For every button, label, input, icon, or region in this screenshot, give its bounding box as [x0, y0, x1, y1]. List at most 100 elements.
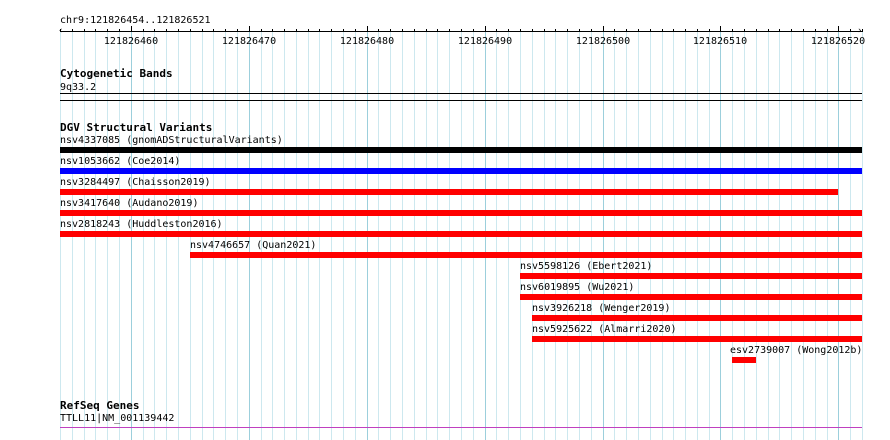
ruler-tick [803, 29, 804, 32]
ruler-tick [638, 29, 639, 32]
ruler-tick [414, 29, 415, 32]
ruler-tick [461, 29, 462, 32]
ruler-tick [319, 29, 320, 32]
ruler-tick-label: 121826520 [810, 36, 866, 47]
cytoband-label: 9q33.2 [60, 82, 97, 93]
ruler-tick [284, 29, 285, 32]
sv-feature-bar[interactable] [60, 168, 862, 174]
sv-feature-label[interactable]: nsv4746657 (Quan2021) [190, 240, 316, 251]
ruler-tick [178, 29, 179, 32]
refseq-track-title: RefSeq Genes [60, 399, 140, 412]
sv-feature-label[interactable]: esv2739007 (Wong2012b) [730, 345, 862, 356]
ruler-tick [84, 29, 85, 32]
sv-feature-label[interactable]: nsv2818243 (Huddleston2016) [60, 219, 223, 230]
ruler-tick-label: 121826470 [221, 36, 277, 47]
sv-feature-label[interactable]: nsv1053662 (Coe2014) [60, 156, 180, 167]
sv-feature-bar[interactable] [60, 147, 862, 153]
sv-feature-label[interactable]: nsv3284497 (Chaisson2019) [60, 177, 211, 188]
ruler-tick [72, 29, 73, 32]
sv-feature-bar[interactable] [732, 357, 756, 363]
sv-feature-bar[interactable] [520, 294, 862, 300]
ruler-tick-label: 121826490 [457, 36, 513, 47]
ruler-tick [402, 29, 403, 32]
ruler-tick [343, 29, 344, 32]
ruler-tick [555, 29, 556, 32]
grid-line [862, 30, 863, 440]
ruler-tick [697, 29, 698, 32]
sv-feature-bar[interactable] [520, 273, 862, 279]
ruler-tick [591, 29, 592, 32]
sv-feature-label[interactable]: nsv6019895 (Wu2021) [520, 282, 634, 293]
ruler-tick [367, 26, 368, 32]
sv-feature-label[interactable]: nsv5925622 (Almarri2020) [532, 324, 677, 335]
ruler-tick [579, 29, 580, 32]
ruler-tick [355, 29, 356, 32]
ruler-tick [272, 29, 273, 32]
sv-feature-bar[interactable] [190, 252, 862, 258]
dgv-track-title: DGV Structural Variants [60, 121, 213, 134]
ruler-tick [213, 29, 214, 32]
ruler-tick [296, 29, 297, 32]
track-separator [60, 100, 862, 101]
cytoband-track-title: Cytogenetic Bands [60, 67, 173, 80]
sv-feature-bar[interactable] [60, 210, 862, 216]
ruler-tick [119, 29, 120, 32]
ruler-tick [473, 29, 474, 32]
refseq-gene-line[interactable] [60, 427, 862, 428]
ruler-tick [249, 26, 250, 32]
ruler-tick-label: 121826510 [692, 36, 748, 47]
ruler-tick [827, 29, 828, 32]
ruler-tick [107, 29, 108, 32]
ruler-tick [190, 29, 191, 32]
ruler-tick [626, 29, 627, 32]
ruler-tick [673, 29, 674, 32]
ruler-tick [756, 29, 757, 32]
ruler-tick-label: 121826480 [339, 36, 395, 47]
ruler-tick [614, 29, 615, 32]
sv-feature-bar[interactable] [532, 336, 862, 342]
cytoband-line [60, 93, 862, 94]
genome-browser-view: chr9:121826454..121826521 ‹ › 1218264601… [0, 0, 890, 440]
ruler-tick [520, 29, 521, 32]
ruler-tick [685, 29, 686, 32]
ruler-tick [862, 29, 863, 32]
sv-feature-bar[interactable] [532, 315, 862, 321]
ruler-tick [768, 29, 769, 32]
ruler-tick [331, 29, 332, 32]
ruler-tick [815, 29, 816, 32]
ruler-tick [567, 29, 568, 32]
ruler-tick [390, 29, 391, 32]
ruler-coordinates: chr9:121826454..121826521 [60, 15, 211, 26]
ruler-tick [532, 29, 533, 32]
ruler-tick [449, 29, 450, 32]
sv-feature-label[interactable]: nsv5598126 (Ebert2021) [520, 261, 652, 272]
ruler-tick [143, 29, 144, 32]
ruler-tick [732, 29, 733, 32]
ruler-tick [779, 29, 780, 32]
ruler-tick [225, 29, 226, 32]
ruler-tick [308, 29, 309, 32]
ruler-tick [603, 26, 604, 32]
ruler-tick [650, 29, 651, 32]
sv-feature-label[interactable]: nsv4337085 (gnomADStructuralVariants) [60, 135, 283, 146]
ruler-tick [850, 29, 851, 32]
ruler-tick [791, 29, 792, 32]
sv-feature-bar[interactable] [60, 189, 838, 195]
ruler-tick [544, 29, 545, 32]
ruler-tick [60, 29, 61, 32]
ruler-tick [154, 29, 155, 32]
ruler-tick [202, 29, 203, 32]
ruler-tick [378, 29, 379, 32]
ruler-tick [508, 29, 509, 32]
refseq-gene-label[interactable]: TTLL11|NM_001139442 [60, 413, 174, 424]
ruler-tick-label: 121826460 [103, 36, 159, 47]
ruler-tick [744, 29, 745, 32]
sv-feature-bar[interactable] [60, 231, 862, 237]
ruler-tick [131, 26, 132, 32]
ruler-tick-label: 121826500 [575, 36, 631, 47]
sv-feature-label[interactable]: nsv3926218 (Wenger2019) [532, 303, 670, 314]
ruler-tick [838, 26, 839, 32]
ruler-tick [261, 29, 262, 32]
sv-feature-label[interactable]: nsv3417640 (Audano2019) [60, 198, 198, 209]
ruler-tick [662, 29, 663, 32]
